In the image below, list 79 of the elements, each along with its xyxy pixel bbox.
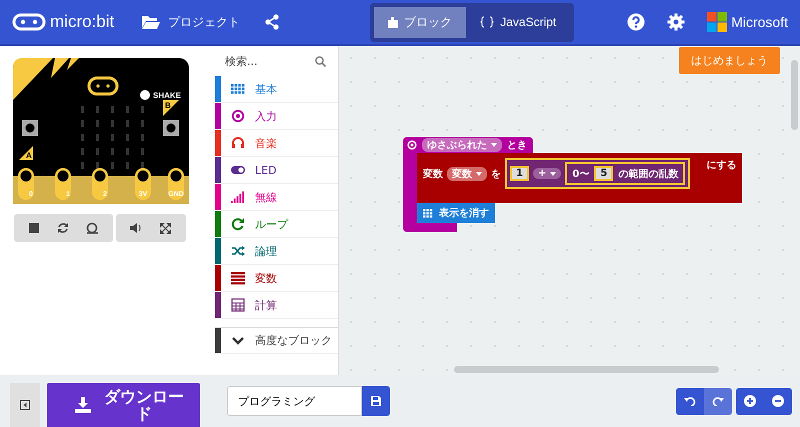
search-icon[interactable] <box>315 56 326 66</box>
input-category-icon <box>231 109 245 123</box>
caret-icon <box>491 143 497 147</box>
search-field[interactable]: 検索... <box>225 54 315 68</box>
target-icon <box>407 140 417 150</box>
music-category-icon <box>231 136 245 150</box>
scrollbar[interactable] <box>791 60 798 130</box>
speaker-icon <box>130 222 142 234</box>
redo-button[interactable] <box>704 388 732 414</box>
logo-text[interactable]: micro:bit <box>50 12 114 32</box>
fullscreen-icon <box>160 222 170 234</box>
category-item[interactable]: 基本 <box>215 76 338 103</box>
category-item[interactable]: 論理 <box>215 238 338 265</box>
undo-icon <box>684 396 696 406</box>
operator-dropdown[interactable]: + <box>532 168 562 179</box>
logic-category-icon <box>231 244 245 258</box>
redo-icon <box>712 396 724 406</box>
folder-icon <box>142 15 160 29</box>
collapse-icon <box>20 400 30 410</box>
category-item[interactable]: 変数 <box>215 265 338 292</box>
windows-logo-icon <box>707 12 728 32</box>
shake-label: SHAKE <box>152 91 181 100</box>
stop-icon <box>29 223 39 233</box>
gesture-dropdown[interactable]: ゆさぶられた <box>422 138 502 152</box>
random-block[interactable]: 0〜 5 の範囲の乱数 <box>565 162 686 185</box>
button-label: A <box>26 151 32 160</box>
led-category-icon <box>231 163 245 177</box>
category-item[interactable]: 無線 <box>215 184 338 211</box>
collapse-button[interactable] <box>10 383 40 427</box>
block-text: 変数 <box>423 167 443 180</box>
button-label: B <box>164 101 170 110</box>
download-button[interactable]: ダウンロード <box>47 382 200 427</box>
block-text: 0〜 <box>572 168 590 180</box>
grid-icon <box>423 208 433 218</box>
minus-icon <box>772 395 784 407</box>
loop-category-icon <box>231 217 245 231</box>
zoom-in-button[interactable] <box>736 388 764 414</box>
arithmetic-block[interactable]: 1 + 0〜 5 の範囲の乱数 <box>505 158 690 189</box>
share-icon[interactable] <box>264 14 280 30</box>
projects-button[interactable]: プロジェクト <box>136 12 246 32</box>
number-input[interactable]: 5 <box>594 166 614 181</box>
save-button[interactable] <box>362 386 390 416</box>
category-item[interactable]: 音楽 <box>215 130 338 157</box>
help-icon[interactable] <box>627 13 646 31</box>
download-icon <box>75 397 91 413</box>
category-item[interactable]: 入力 <box>215 103 338 130</box>
braces-icon <box>480 16 494 28</box>
restart-icon <box>57 222 69 234</box>
microbit-board-drawing[interactable] <box>12 58 188 204</box>
project-name-field[interactable]: プログラミング <box>227 386 362 416</box>
block-text: にする <box>706 159 736 172</box>
math-category-icon <box>231 298 245 312</box>
category-item[interactable]: LED <box>215 157 338 184</box>
brand-name[interactable]: Microsoft <box>731 14 788 30</box>
basic-category-icon <box>231 82 245 96</box>
scrollbar[interactable] <box>454 366 719 373</box>
set-variable-block[interactable]: 変数 変数 を 1 + 0〜 5 の範囲の乱数 にする <box>417 153 742 203</box>
number-input[interactable]: 1 <box>510 166 529 181</box>
editor-tab[interactable]: ブロック <box>374 6 466 38</box>
save-icon <box>371 396 381 406</box>
advanced-blocks-item[interactable]: 高度なブロック <box>215 327 338 354</box>
microbit-logo-icon <box>12 13 46 31</box>
block-text: の範囲の乱数 <box>618 168 678 180</box>
undo-button[interactable] <box>676 388 704 414</box>
settings-icon[interactable] <box>667 13 686 31</box>
editor-tab[interactable]: JavaScript <box>466 6 570 38</box>
zoom-out-button[interactable] <box>764 388 792 414</box>
radio-category-icon <box>231 190 245 204</box>
clear-screen-block[interactable]: 表示を消す <box>417 203 495 223</box>
block-text: を <box>491 168 501 180</box>
caret-icon <box>476 172 482 176</box>
category-item[interactable]: ループ <box>215 211 338 238</box>
variable-dropdown[interactable]: 変数 <box>447 166 487 180</box>
caret-icon <box>550 172 556 176</box>
block-text: とき <box>507 139 527 152</box>
category-item[interactable]: 計算 <box>215 292 338 319</box>
variable-category-icon <box>231 271 245 285</box>
plus-icon <box>744 395 756 407</box>
puzzle-piece-icon <box>388 16 398 28</box>
